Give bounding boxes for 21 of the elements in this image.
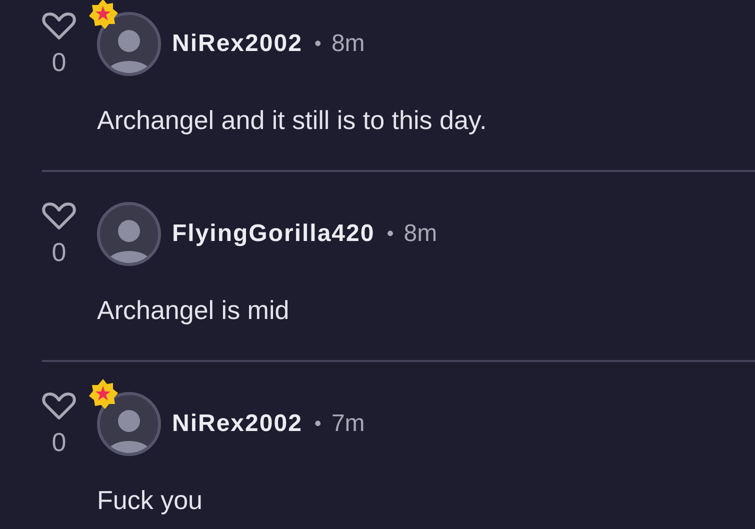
- like-button[interactable]: [42, 11, 76, 41]
- username[interactable]: NiRex2002: [172, 406, 302, 442]
- comment-text: Fuck you: [97, 484, 204, 516]
- username[interactable]: NiRex2002: [172, 26, 302, 62]
- comment-text: Archangel is mid: [97, 294, 290, 326]
- comment-text: Archangel and it still is to this day.: [97, 104, 488, 136]
- comment-time: 8m: [331, 29, 365, 59]
- separator-dot: •: [314, 412, 322, 437]
- separator-dot: •: [386, 222, 394, 247]
- heart-icon: [42, 11, 76, 41]
- like-count: 0: [52, 47, 66, 77]
- comment-time: 8m: [404, 219, 438, 249]
- comment-time: 7m: [331, 409, 365, 439]
- like-button[interactable]: [42, 201, 76, 231]
- separator-dot: •: [314, 32, 322, 57]
- like-button[interactable]: [42, 391, 76, 421]
- heart-icon: [42, 201, 76, 231]
- like-count: 0: [52, 237, 66, 267]
- username[interactable]: FlyingGorilla420: [172, 216, 375, 252]
- heart-icon: [42, 391, 76, 421]
- like-count: 0: [52, 427, 66, 457]
